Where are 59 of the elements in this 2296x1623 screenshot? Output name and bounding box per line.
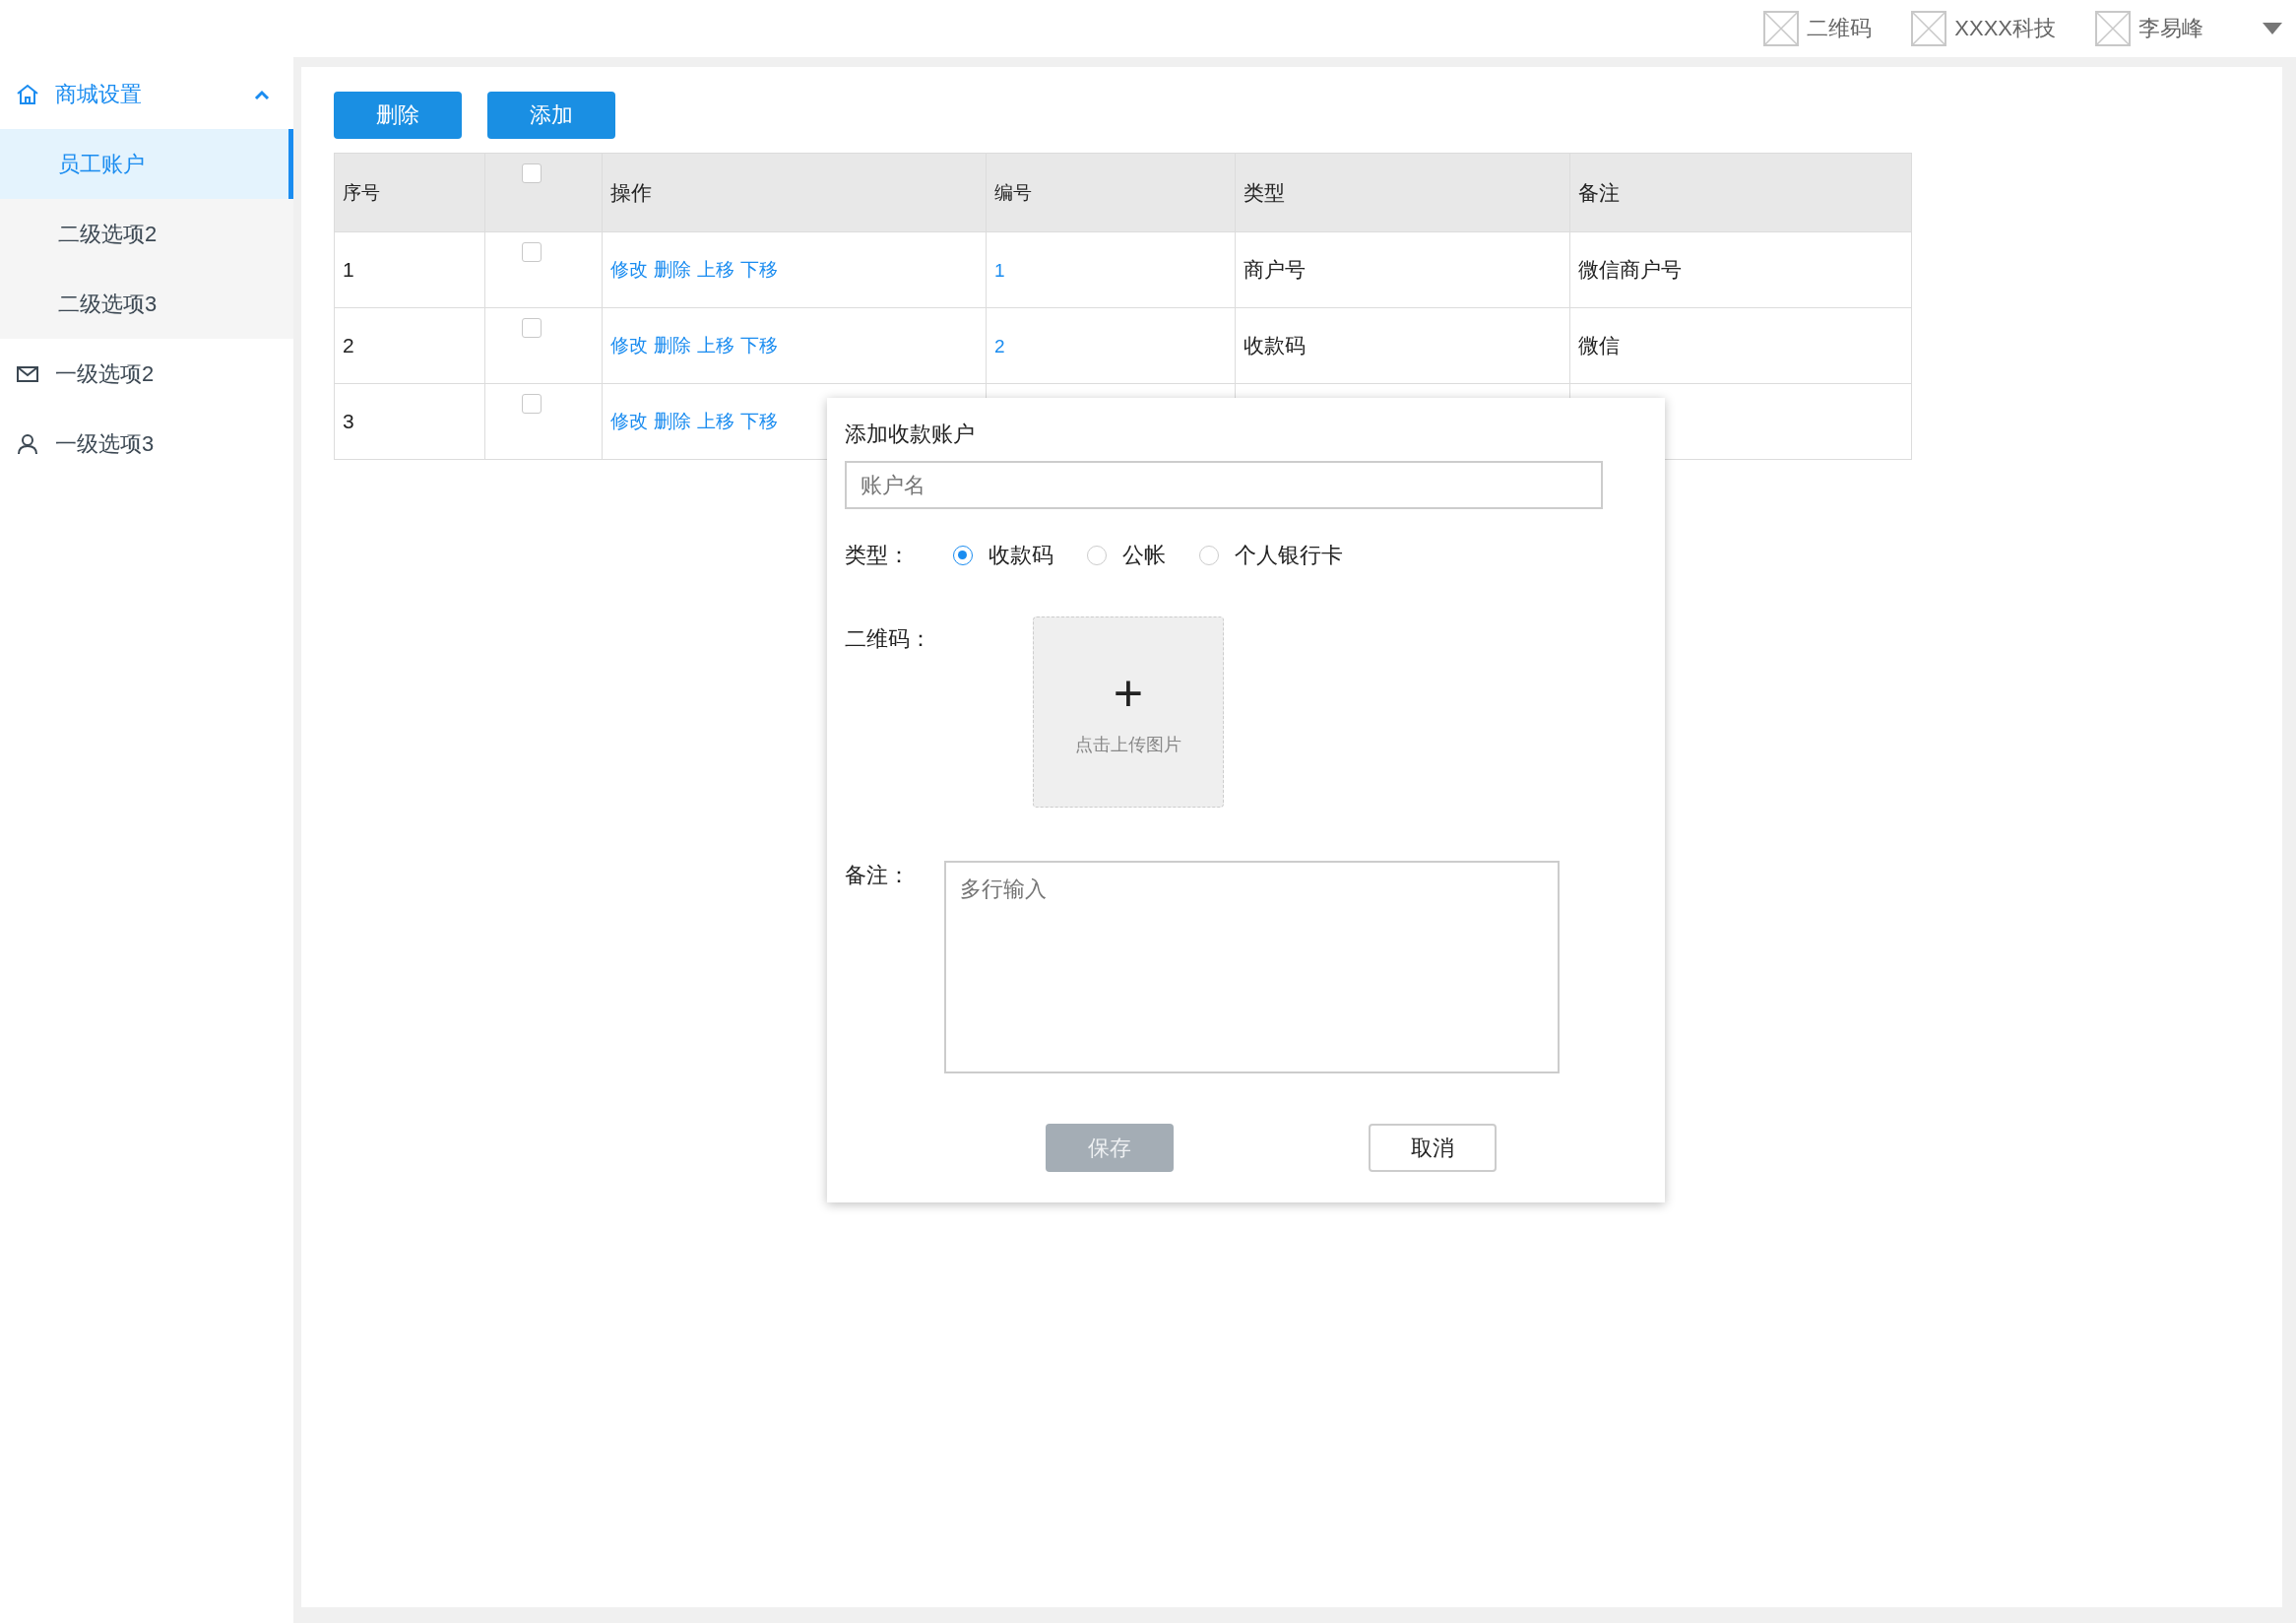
radio-label: 公帐 [1122,542,1166,569]
table-cell: 3 [334,383,485,460]
sidebar-subitem[interactable]: 二级选项2 [0,199,293,269]
action-link[interactable]: 上移 [697,333,734,358]
table-cell: 收款码 [1244,334,1306,357]
number-link[interactable]: 1 [994,260,1005,281]
checkbox[interactable] [522,163,542,183]
field-label: 备注： [845,862,911,889]
action-link[interactable]: 删除 [654,257,691,283]
toolbar-button[interactable]: 删除 [334,92,462,139]
image-placeholder-icon [1911,11,1947,46]
table-cell: 2 [334,307,485,384]
checkbox[interactable] [522,242,542,262]
dialog-title: 添加收款账户 [845,421,976,448]
toolbar-button[interactable]: 添加 [487,92,615,139]
action-link[interactable]: 修改 [610,257,648,283]
column-header: 编号 [986,153,1236,232]
action-link[interactable]: 删除 [654,333,691,358]
column-header: 序号 [334,153,485,232]
table-cell: 商户号 [1244,258,1306,281]
dialog-button[interactable]: 取消 [1369,1124,1497,1172]
action-link[interactable]: 下移 [740,333,778,358]
table-cell: 微信商户号 [1578,258,1682,281]
radio-label: 个人银行卡 [1235,542,1343,569]
action-link[interactable]: 上移 [697,409,734,434]
sidebar-subitem[interactable]: 员工账户 [0,129,293,199]
action-link[interactable]: 修改 [610,409,648,434]
top-bar-label[interactable]: 二维码 [1807,14,1873,43]
column-header: 类型 [1235,153,1570,232]
column-header: 备注 [1569,153,1912,232]
action-link[interactable]: 上移 [697,257,734,283]
action-link[interactable]: 下移 [740,409,778,434]
sidebar-item[interactable]: 一级选项2 [0,339,293,409]
sidebar-subitem[interactable]: 二级选项3 [0,269,293,339]
field-label: 二维码： [845,625,932,653]
action-link[interactable]: 删除 [654,409,691,434]
table-cell: 微信 [1578,334,1620,357]
column-header: 操作 [602,153,987,232]
top-bar-label[interactable]: XXXX科技 [1954,14,2056,43]
input-field[interactable]: 账户名 [845,461,1603,509]
chevron-up-icon [254,89,270,99]
table-cell: 1 [334,231,485,308]
upload-area[interactable]: + 点击上传图片 [1033,617,1224,808]
top-bar-label[interactable]: 李易峰 [2138,14,2203,43]
textarea-field[interactable]: 多行输入 [944,861,1560,1073]
sidebar-item[interactable]: 一级选项3 [0,409,293,479]
radio-label: 收款码 [989,542,1053,569]
checkbox[interactable] [522,318,542,338]
action-link[interactable]: 修改 [610,333,648,358]
image-placeholder-icon [1763,11,1800,46]
sidebar-item[interactable]: 商城设置 [0,59,293,129]
field-label: 类型： [845,542,911,569]
image-placeholder-icon [2095,11,2131,46]
home-icon [16,82,39,106]
checkbox[interactable] [522,394,542,414]
action-link[interactable]: 下移 [740,257,778,283]
user-icon [16,431,39,456]
dropdown-caret-icon[interactable] [2263,23,2282,34]
number-link[interactable]: 2 [994,336,1005,357]
